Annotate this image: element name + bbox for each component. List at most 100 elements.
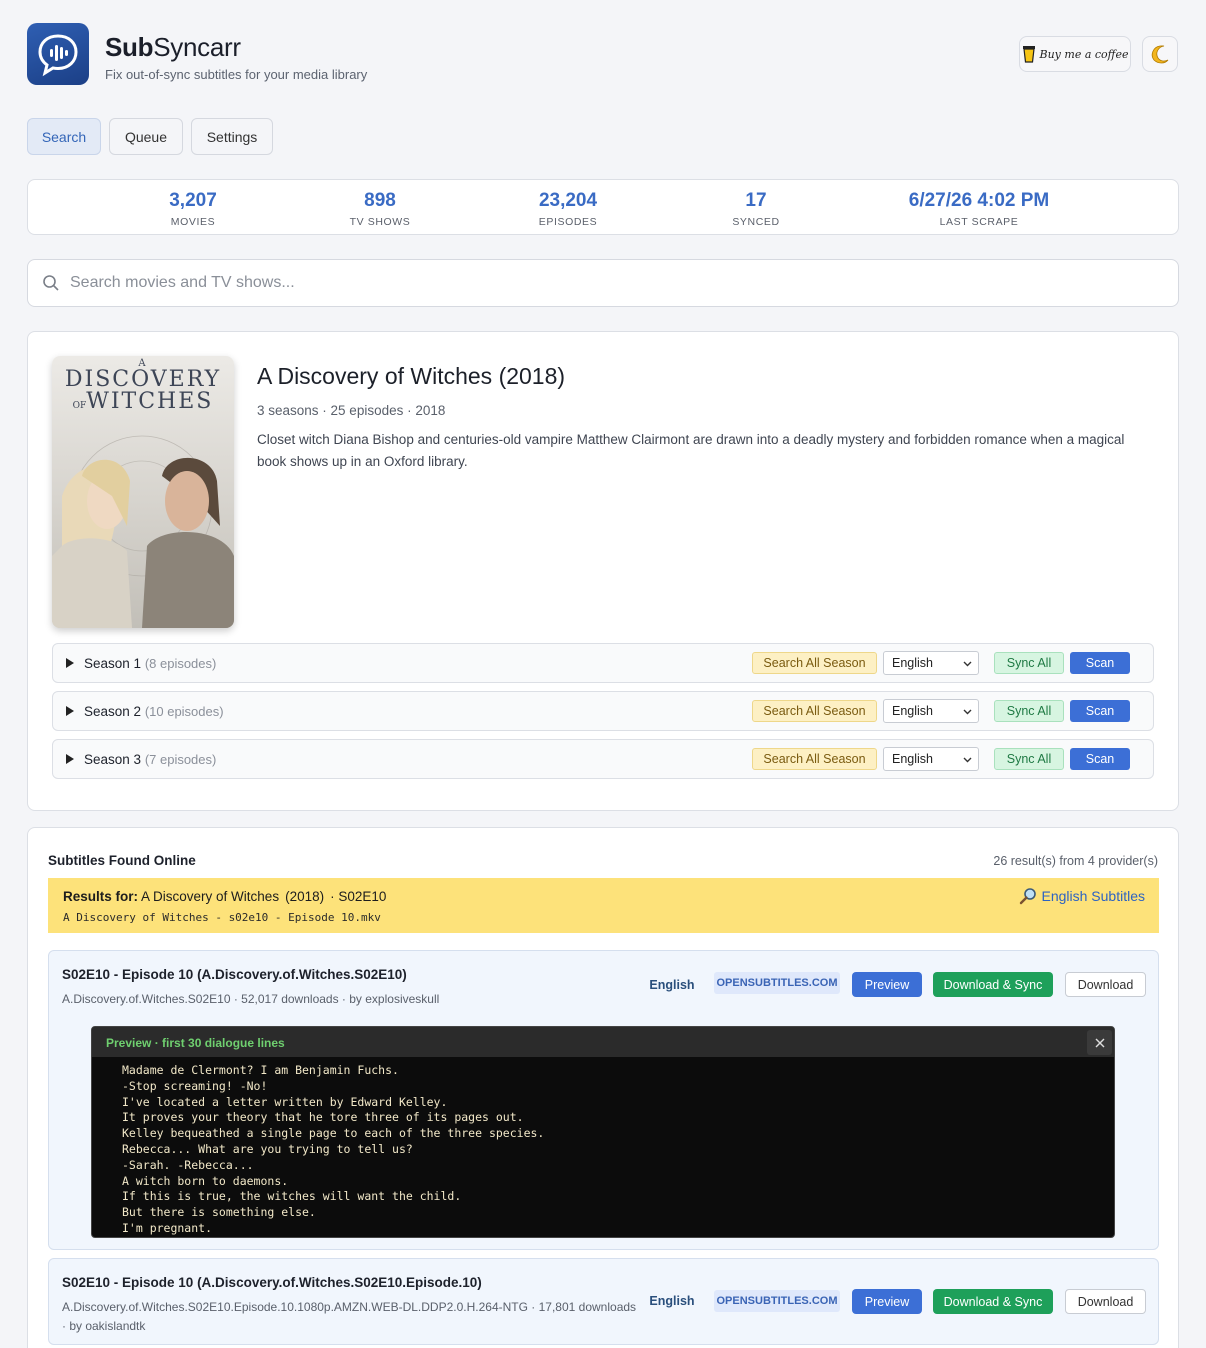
- sync-all-button[interactable]: Sync All: [994, 700, 1064, 722]
- close-preview-button[interactable]: [1087, 1030, 1112, 1055]
- season-row[interactable]: Season 1 (8 episodes) Search All Season …: [52, 643, 1154, 683]
- stat-movies: 3,207 MOVIES: [93, 190, 293, 228]
- preview-header: Preview · first 30 dialogue lines: [92, 1027, 1114, 1057]
- download-button[interactable]: Download: [1065, 1289, 1146, 1314]
- banner-year: (2018): [285, 889, 325, 904]
- stat-label: EPISODES: [538, 216, 598, 228]
- search-box: [27, 259, 1179, 307]
- moon-icon: [1151, 45, 1169, 64]
- scan-button[interactable]: Scan: [1070, 700, 1130, 722]
- chat-waveform-icon: [38, 34, 78, 77]
- close-icon: [1095, 1038, 1104, 1047]
- download-button[interactable]: Download: [1065, 972, 1146, 997]
- stat-value: 23,204: [538, 190, 598, 211]
- search-icon: [43, 275, 59, 291]
- preview-button[interactable]: Preview: [852, 1289, 922, 1314]
- season-episode-count: (7 episodes): [144, 752, 217, 767]
- stat-last-scrape: 6/27/26 4:02 PM LAST SCRAPE: [879, 190, 1079, 228]
- season-episode-count: (8 episodes): [144, 656, 217, 671]
- result-subtitle: A.Discovery.of.Witches.S02E10 · 52,017 d…: [62, 992, 440, 1006]
- show-meta: 3 seasons · 25 episodes · 2018: [257, 403, 446, 418]
- stat-label: TV SHOWS: [349, 216, 411, 228]
- result-title: S02E10 - Episode 10 (A.Discovery.of.Witc…: [62, 1275, 482, 1290]
- language-select[interactable]: English: [883, 747, 979, 771]
- app-name-bold: Sub: [105, 32, 154, 62]
- stat-label: SYNCED: [732, 216, 780, 228]
- theme-toggle-button[interactable]: [1142, 36, 1178, 72]
- sync-all-button[interactable]: Sync All: [994, 748, 1064, 770]
- expand-triangle-icon[interactable]: [66, 658, 74, 668]
- chevron-down-icon: [963, 709, 972, 715]
- show-details-card: A DISCOVERY OFWITCHES A Discovery of Wit…: [27, 331, 1179, 811]
- language-badge: English: [649, 1294, 695, 1308]
- tab-queue[interactable]: Queue: [109, 118, 183, 155]
- season-row[interactable]: Season 3 (7 episodes) Search All Season …: [52, 739, 1154, 779]
- show-description: Closet witch Diana Bishop and centuries-…: [257, 432, 1125, 469]
- preview-button[interactable]: Preview: [852, 972, 922, 997]
- banner-filename: A Discovery of Witches - s02e10 - Episod…: [63, 911, 381, 924]
- subtitles-results-card: Subtitles Found Online 26 result(s) from…: [27, 827, 1179, 1348]
- language-select-value: English: [892, 656, 933, 670]
- poster-title-line2: WITCHES: [86, 389, 214, 414]
- stat-synced: 17 SYNCED: [656, 190, 856, 228]
- app-tagline: Fix out-of-sync subtitles for your media…: [105, 67, 368, 82]
- tab-search[interactable]: Search: [27, 118, 101, 155]
- stats-bar: 3,207 MOVIES 898 TV SHOWS 23,204 EPISODES 1…: [27, 179, 1179, 235]
- result-subtitle: A.Discovery.of.Witches.S02E10.Episode.10…: [62, 1300, 637, 1333]
- tab-settings[interactable]: Settings: [191, 118, 273, 155]
- poster-title-line1: DISCOVERY: [64, 367, 222, 392]
- language-select-value: English: [892, 704, 933, 718]
- season-label: Season 2: [84, 704, 142, 719]
- language-badge: English: [649, 978, 695, 992]
- banner-prefix: Results for:: [63, 889, 139, 904]
- results-banner: Results for: A Discovery of Witches (2018…: [48, 878, 1159, 933]
- english-subtitles-link[interactable]: English Subtitles: [1019, 887, 1145, 905]
- stat-label: MOVIES: [170, 216, 216, 228]
- download-sync-button[interactable]: Download & Sync: [933, 972, 1053, 997]
- subtitle-result: S02E10 - Episode 10 (A.Discovery.of.Witc…: [48, 950, 1159, 1250]
- magnifier-icon: [1020, 888, 1037, 905]
- chevron-down-icon: [963, 661, 972, 667]
- season-row[interactable]: Season 2 (10 episodes) Search All Season…: [52, 691, 1154, 731]
- poster-title: A DISCOVERY OFWITCHES: [52, 358, 234, 417]
- show-title: A Discovery of Witches (2018): [257, 363, 566, 389]
- season-episode-count: (10 episodes): [144, 704, 224, 719]
- coffee-cup-icon: [1022, 46, 1035, 63]
- buy-me-a-coffee-button[interactable]: Buy me a coffee: [1019, 36, 1131, 72]
- sync-all-button[interactable]: Sync All: [994, 652, 1064, 674]
- banner-heading: Results for: A Discovery of Witches (2018…: [63, 889, 386, 904]
- search-all-season-button[interactable]: Search All Season: [752, 748, 877, 770]
- subtitle-preview-panel: Preview · first 30 dialogue lines Madame…: [91, 1026, 1115, 1238]
- poster-title-of: OF: [72, 401, 87, 411]
- stat-value: 898: [364, 190, 396, 211]
- stat-episodes: 23,204 EPISODES: [468, 190, 668, 228]
- subtitle-result: S02E10 - Episode 10 (A.Discovery.of.Witc…: [48, 1258, 1159, 1345]
- expand-triangle-icon[interactable]: [66, 754, 74, 764]
- english-subtitles-label: English Subtitles: [1041, 888, 1145, 904]
- results-title: Subtitles Found Online: [48, 853, 196, 868]
- banner-show: A Discovery of Witches: [141, 889, 280, 904]
- search-input[interactable]: [70, 274, 1120, 292]
- scan-button[interactable]: Scan: [1070, 652, 1130, 674]
- stat-label: LAST SCRAPE: [939, 216, 1019, 228]
- season-label: Season 3: [84, 752, 142, 767]
- banner-episode: · S02E10: [330, 889, 387, 904]
- preview-lines: Madame de Clermont? I am Benjamin Fuchs.…: [122, 1063, 545, 1235]
- results-count: 26 result(s) from 4 provider(s): [993, 854, 1158, 868]
- language-select[interactable]: English: [883, 651, 979, 675]
- expand-triangle-icon[interactable]: [66, 706, 74, 716]
- language-select[interactable]: English: [883, 699, 979, 723]
- preview-header-title: Preview · first 30 dialogue lines: [106, 1036, 285, 1050]
- search-all-season-button[interactable]: Search All Season: [752, 652, 877, 674]
- season-name: Season 1 (8 episodes): [84, 656, 216, 671]
- search-all-season-button[interactable]: Search All Season: [752, 700, 877, 722]
- season-label: Season 1: [84, 656, 142, 671]
- provider-badge: OPENSUBTITLES.COM: [714, 972, 840, 994]
- download-sync-button[interactable]: Download & Sync: [933, 1289, 1053, 1314]
- app-name-rest: Syncarr: [153, 32, 241, 62]
- scan-button[interactable]: Scan: [1070, 748, 1130, 770]
- language-select-value: English: [892, 752, 933, 766]
- provider-badge: OPENSUBTITLES.COM: [714, 1290, 840, 1312]
- season-name: Season 2 (10 episodes): [84, 704, 224, 719]
- stat-value: 17: [745, 190, 767, 211]
